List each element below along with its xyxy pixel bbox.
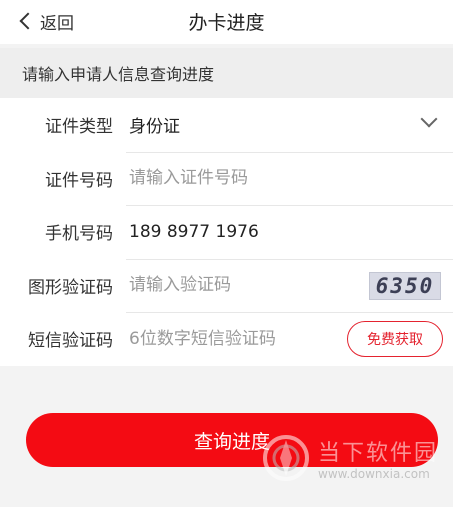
id-type-label: 证件类型 — [45, 117, 113, 138]
phone-input[interactable] — [129, 221, 453, 242]
image-code-label: 图形验证码 — [28, 277, 113, 298]
page-title: 办卡进度 — [188, 12, 265, 34]
query-progress-button[interactable]: 查询进度 — [26, 413, 438, 467]
phone-row: 手机号码 — [0, 205, 453, 259]
id-number-input[interactable] — [129, 168, 453, 189]
id-number-row: 证件号码 — [0, 151, 453, 206]
query-form: 证件类型 身份证 证件号码 手机号码 图形验证码 6350 短信验证码 免费获取 — [0, 98, 453, 366]
get-sms-code-button[interactable]: 免费获取 — [347, 321, 443, 357]
sms-code-label: 短信验证码 — [28, 331, 113, 352]
image-code-row: 图形验证码 6350 — [0, 258, 453, 313]
id-type-row[interactable]: 证件类型 身份证 — [0, 98, 453, 152]
captcha-image[interactable]: 6350 — [369, 271, 441, 300]
top-bar: 返回 办卡进度 — [0, 0, 453, 44]
id-number-label: 证件号码 — [45, 170, 113, 191]
watermark-url: www.downxia.com — [318, 467, 430, 481]
section-hint: 请输入申请人信息查询进度 — [0, 48, 453, 98]
id-type-select[interactable]: 身份证 — [129, 112, 453, 137]
sms-code-row: 短信验证码 免费获取 — [0, 312, 453, 366]
phone-label: 手机号码 — [45, 224, 113, 245]
